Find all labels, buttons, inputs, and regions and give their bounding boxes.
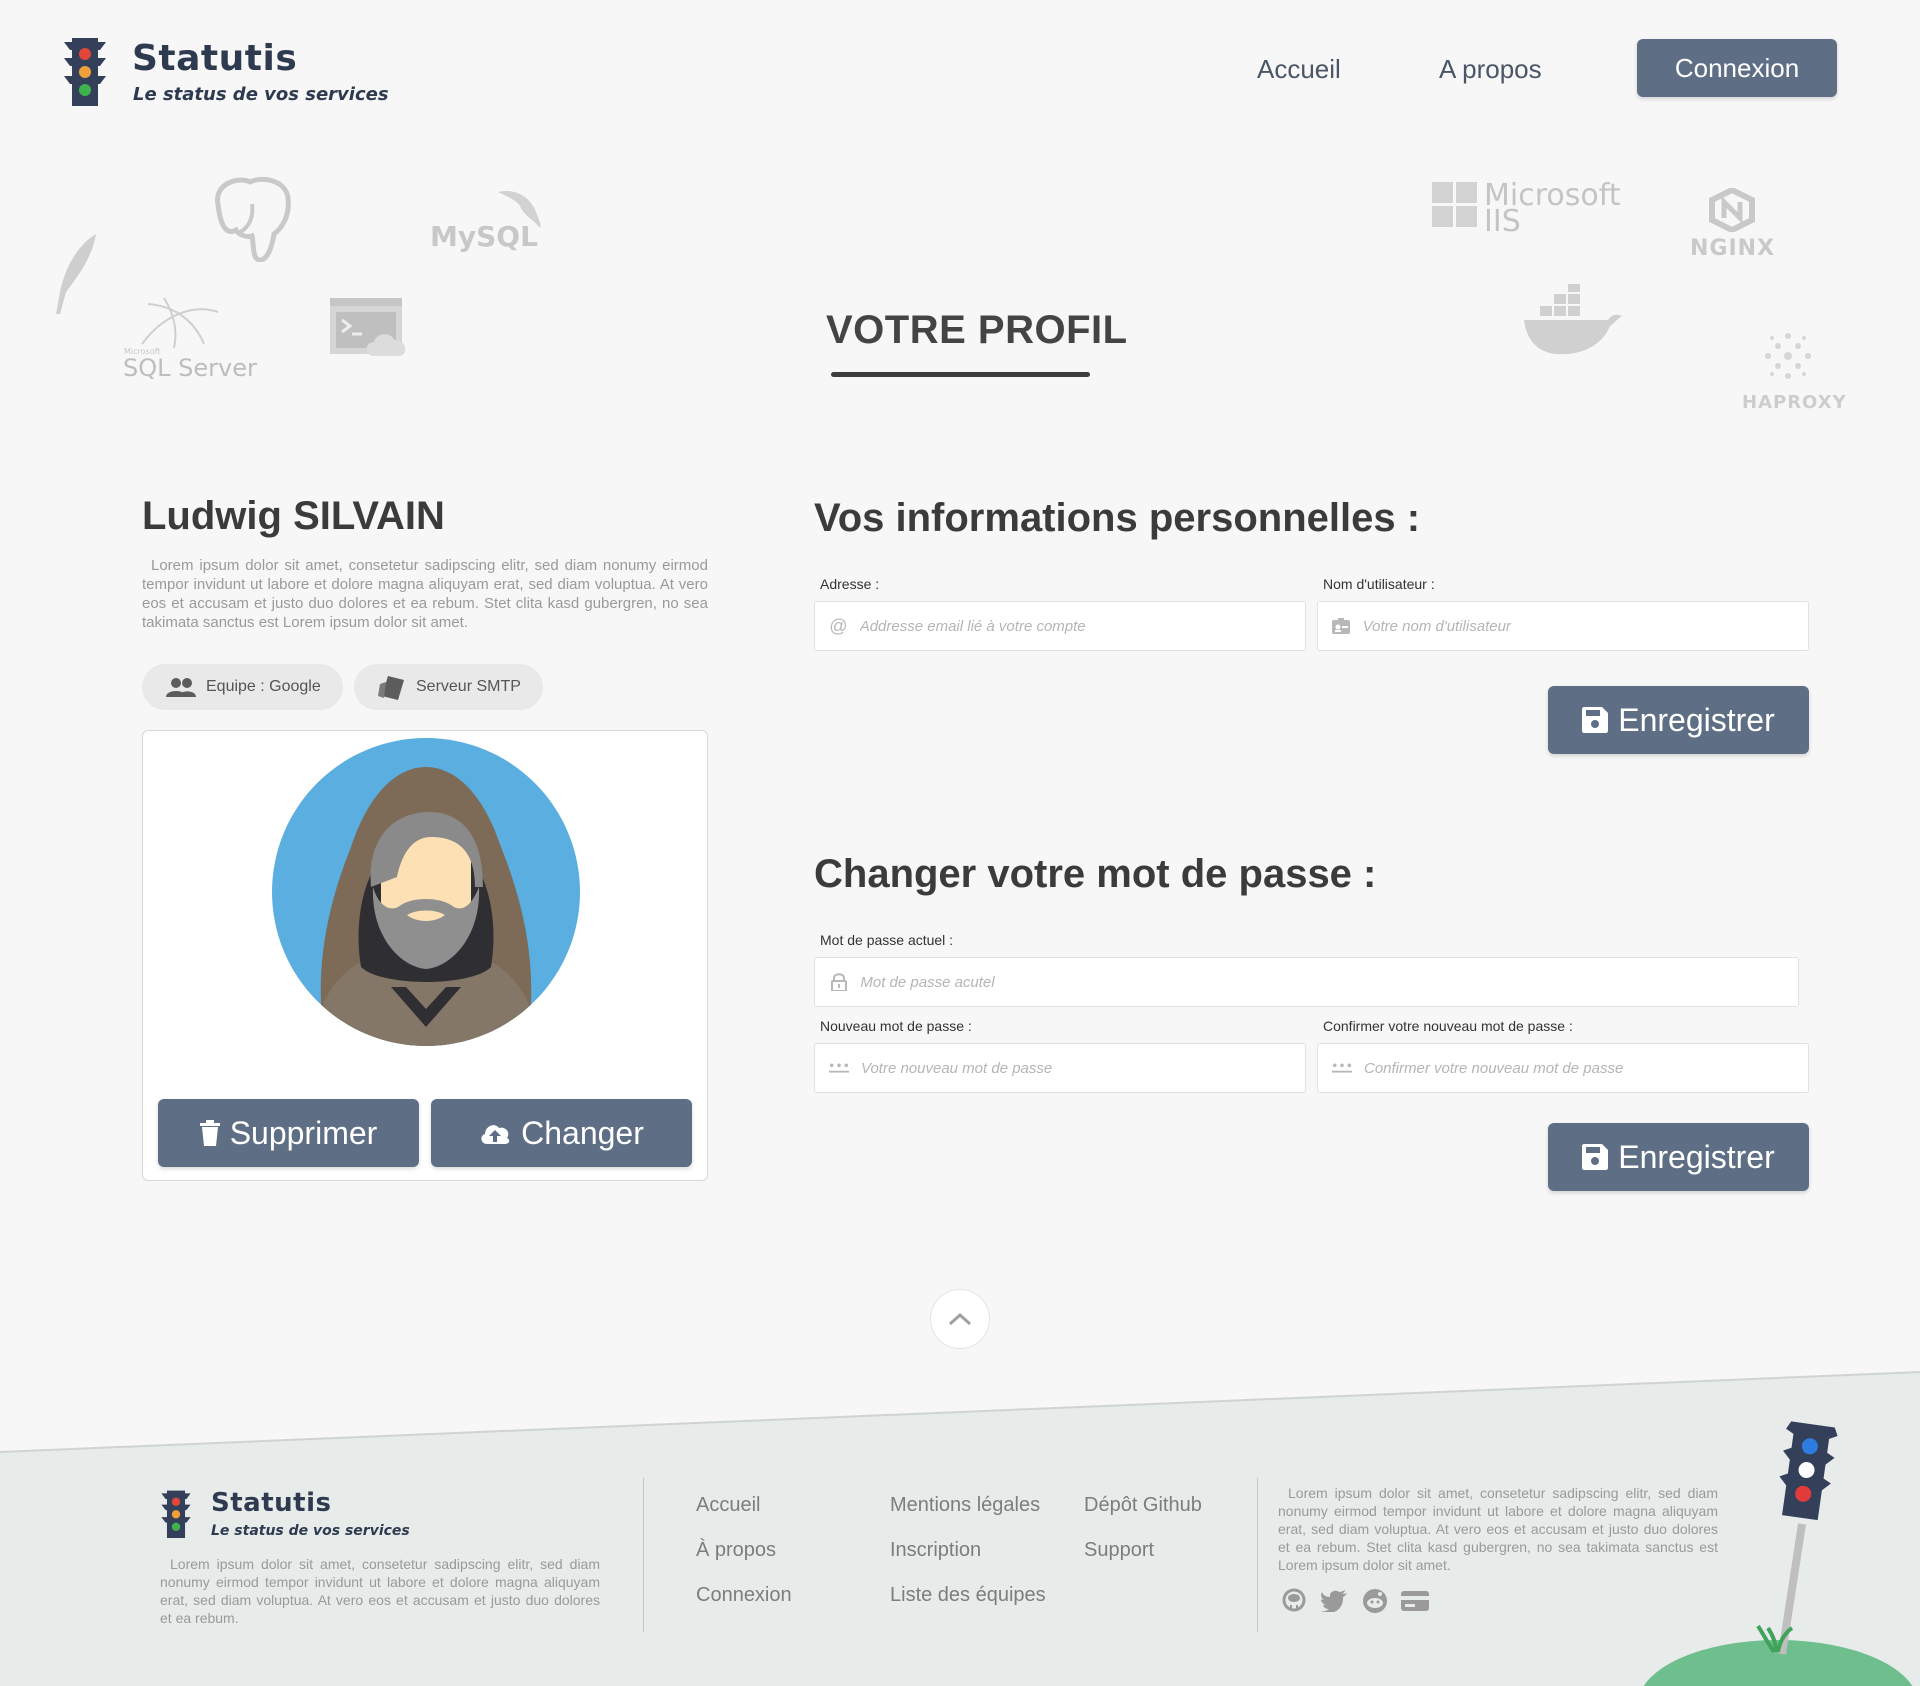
terminal-cloud-icon bbox=[330, 298, 406, 356]
twitter-icon[interactable] bbox=[1321, 1590, 1347, 1612]
current-password-input[interactable] bbox=[860, 973, 1798, 991]
server-chip-label: Serveur SMTP bbox=[416, 678, 521, 695]
change-avatar-label: Changer bbox=[521, 1114, 644, 1151]
save-password-button[interactable]: Enregistrer bbox=[1548, 1123, 1809, 1191]
footer-divider bbox=[1257, 1478, 1258, 1632]
nav-about-link[interactable]: A propos bbox=[1439, 54, 1542, 85]
decor-logos: MySQL Microsoft SQL Server Microsoft IIS… bbox=[0, 140, 1920, 440]
password-dots-icon bbox=[829, 1062, 849, 1074]
at-icon: @ bbox=[829, 615, 848, 636]
lock-icon bbox=[829, 973, 848, 991]
new-password-input[interactable] bbox=[861, 1059, 1305, 1077]
id-card-icon bbox=[1332, 618, 1351, 634]
mysql-dolphin-icon bbox=[498, 190, 541, 228]
user-name: Ludwig SILVAIN bbox=[142, 494, 445, 538]
footer-brand-name[interactable]: Statutis bbox=[211, 1488, 331, 1518]
address-field[interactable]: @ bbox=[814, 601, 1306, 651]
haproxy-icon bbox=[1765, 333, 1811, 379]
brand-tagline: Le status de vos services bbox=[133, 84, 389, 105]
user-bio: Lorem ipsum dolor sit amet, consetetur s… bbox=[142, 557, 708, 631]
password-title: Changer votre mot de passe : bbox=[814, 852, 1377, 896]
card-icon[interactable] bbox=[1401, 1591, 1429, 1611]
current-password-field[interactable] bbox=[814, 957, 1799, 1007]
address-label: Adresse : bbox=[820, 576, 880, 592]
footer-divider bbox=[643, 1478, 644, 1632]
iis-text-bottom: IIS bbox=[1484, 204, 1521, 239]
change-avatar-button[interactable]: Changer bbox=[431, 1099, 692, 1167]
reddit-icon[interactable] bbox=[1362, 1588, 1388, 1614]
login-button[interactable]: Connexion bbox=[1637, 39, 1837, 97]
save-personal-info-label: Enregistrer bbox=[1618, 701, 1775, 738]
password-dots-icon bbox=[1332, 1062, 1352, 1074]
new-password-field[interactable] bbox=[814, 1043, 1306, 1093]
microsoft-windows-icon bbox=[1432, 182, 1477, 227]
traffic-light-logo-icon bbox=[161, 1490, 191, 1538]
brand-name[interactable]: Statutis bbox=[132, 38, 297, 79]
trash-icon bbox=[199, 1120, 220, 1146]
avatar bbox=[272, 738, 580, 1046]
nginx-text: NGINX bbox=[1690, 236, 1776, 261]
nginx-icon bbox=[1709, 188, 1755, 232]
scroll-top-button[interactable] bbox=[930, 1289, 990, 1349]
traffic-light-hill-illustration bbox=[1643, 1421, 1913, 1686]
docker-icon bbox=[1524, 284, 1622, 355]
delete-avatar-label: Supprimer bbox=[229, 1114, 378, 1151]
footer-link-teams[interactable]: Liste des équipes bbox=[890, 1584, 1046, 1607]
nav-home-link[interactable]: Accueil bbox=[1257, 54, 1341, 85]
team-chip-label: Equipe : Google bbox=[206, 678, 321, 695]
confirm-password-field[interactable] bbox=[1317, 1043, 1809, 1093]
username-label: Nom d'utilisateur : bbox=[1323, 576, 1435, 592]
footer-link-github[interactable]: Dépôt Github bbox=[1084, 1494, 1202, 1517]
server-chip[interactable]: Serveur SMTP bbox=[354, 664, 543, 710]
traffic-light-logo-icon[interactable] bbox=[62, 36, 108, 110]
username-field[interactable] bbox=[1317, 601, 1809, 651]
avatar-card: Supprimer Changer bbox=[142, 730, 708, 1181]
login-button-label: Connexion bbox=[1674, 52, 1800, 83]
footer-brand-tagline: Le status de vos services bbox=[211, 1523, 410, 1539]
postgresql-icon bbox=[215, 176, 291, 262]
floppy-disk-icon bbox=[1582, 1144, 1609, 1170]
haproxy-text: HAPROXY bbox=[1742, 392, 1847, 413]
footer-about-text: Lorem ipsum dolor sit amet, consetetur s… bbox=[160, 1556, 600, 1626]
save-password-label: Enregistrer bbox=[1618, 1138, 1775, 1175]
confirm-password-input[interactable] bbox=[1364, 1059, 1808, 1077]
address-input[interactable] bbox=[859, 617, 1305, 635]
users-icon bbox=[166, 678, 196, 697]
header: Statutis Le status de vos services Accue… bbox=[0, 0, 1920, 130]
footer-link-about[interactable]: À propos bbox=[696, 1539, 776, 1562]
footer-link-home[interactable]: Accueil bbox=[696, 1494, 760, 1517]
footer-link-login[interactable]: Connexion bbox=[696, 1584, 792, 1607]
footer-link-legal[interactable]: Mentions légales bbox=[890, 1494, 1040, 1517]
floppy-disk-icon bbox=[1582, 707, 1609, 733]
page-title-underline bbox=[831, 372, 1090, 377]
team-chip[interactable]: Equipe : Google bbox=[142, 664, 343, 710]
footer-link-register[interactable]: Inscription bbox=[890, 1539, 981, 1562]
page-title: VOTRE PROFIL bbox=[826, 308, 1128, 352]
server-icon bbox=[378, 676, 404, 700]
username-input[interactable] bbox=[1362, 617, 1808, 635]
save-personal-info-button[interactable]: Enregistrer bbox=[1548, 686, 1809, 754]
delete-avatar-button[interactable]: Supprimer bbox=[158, 1099, 419, 1167]
cloud-upload-icon bbox=[481, 1125, 510, 1144]
current-password-label: Mot de passe actuel : bbox=[820, 932, 954, 948]
github-icon[interactable] bbox=[1282, 1588, 1306, 1612]
confirm-password-label: Confirmer votre nouveau mot de passe : bbox=[1323, 1018, 1573, 1034]
sqlserver-text: SQL Server bbox=[123, 354, 257, 382]
chevron-up-icon bbox=[948, 1312, 972, 1326]
apache-feather-icon bbox=[56, 234, 96, 314]
footer: Statutis Le status de vos services Lorem… bbox=[0, 1370, 1920, 1686]
footer-link-support[interactable]: Support bbox=[1084, 1539, 1154, 1562]
new-password-label: Nouveau mot de passe : bbox=[820, 1018, 972, 1034]
personal-info-title: Vos informations personnelles : bbox=[814, 496, 1421, 540]
sqlserver-icon bbox=[141, 297, 219, 349]
